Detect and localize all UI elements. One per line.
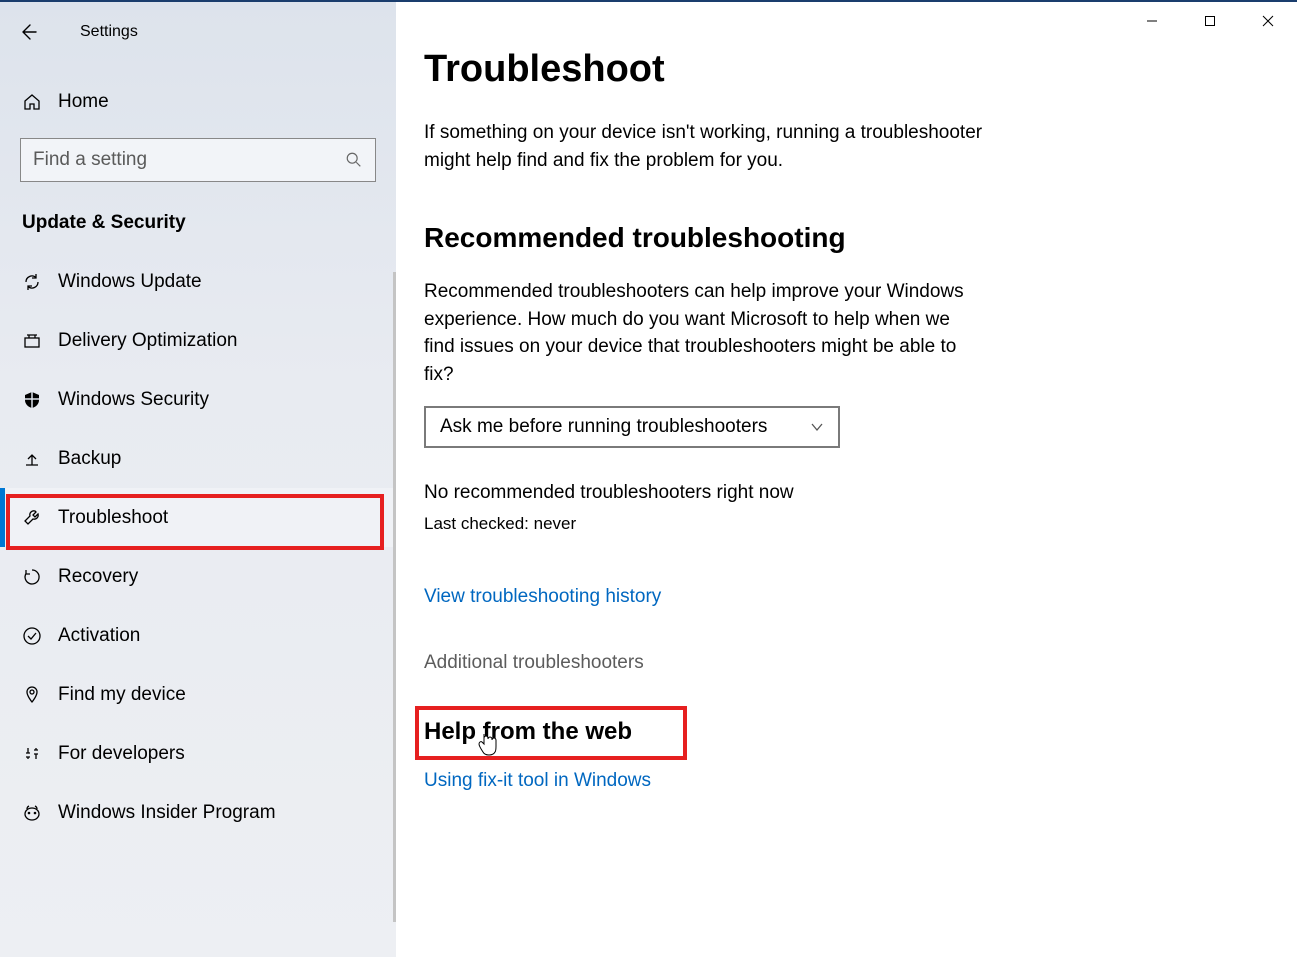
app-title: Settings: [80, 23, 138, 41]
sidebar-item-backup[interactable]: Backup: [0, 429, 396, 488]
sidebar-item-delivery-optimization[interactable]: Delivery Optimization: [0, 311, 396, 370]
section-header: Update & Security: [0, 182, 396, 252]
sidebar-item-troubleshoot[interactable]: Troubleshoot: [0, 488, 396, 547]
sidebar-item-label: Troubleshoot: [58, 507, 168, 529]
arrow-left-icon: [18, 22, 38, 42]
wrench-icon: [22, 508, 42, 528]
home-label: Home: [58, 91, 109, 113]
close-icon: [1262, 15, 1274, 27]
maximize-button[interactable]: [1181, 2, 1239, 40]
shield-icon: [22, 390, 42, 410]
sidebar-item-find-my-device[interactable]: Find my device: [0, 665, 396, 724]
recommended-description: Recommended troubleshooters can help imp…: [424, 278, 984, 388]
dropdown-value: Ask me before running troubleshooters: [440, 416, 767, 438]
sidebar-item-windows-security[interactable]: Windows Security: [0, 370, 396, 429]
checkmark-circle-icon: [22, 626, 42, 646]
recovery-icon: [22, 567, 42, 587]
help-heading: Help from the web: [424, 718, 1116, 746]
sidebar-item-windows-update[interactable]: Windows Update: [0, 252, 396, 311]
sidebar-item-label: For developers: [58, 743, 185, 765]
sidebar-item-label: Backup: [58, 448, 121, 470]
sidebar-item-label: Find my device: [58, 684, 186, 706]
sidebar-item-label: Windows Update: [58, 271, 202, 293]
developers-icon: [22, 744, 42, 764]
page-description: If something on your device isn't workin…: [424, 119, 984, 174]
sidebar-item-label: Windows Insider Program: [58, 802, 276, 824]
maximize-icon: [1204, 15, 1216, 27]
location-icon: [22, 685, 42, 705]
search-input-wrap[interactable]: [20, 138, 376, 182]
additional-troubleshooters-link[interactable]: Additional troubleshooters: [424, 652, 644, 674]
last-checked-text: Last checked: never: [424, 514, 1116, 534]
chevron-down-icon: [810, 420, 824, 434]
search-icon: [345, 151, 363, 169]
delivery-icon: [22, 331, 42, 351]
recommended-heading: Recommended troubleshooting: [424, 222, 1116, 254]
search-input[interactable]: [33, 149, 345, 171]
main-content: Troubleshoot If something on your device…: [396, 2, 1297, 957]
sidebar-item-home[interactable]: Home: [0, 74, 396, 130]
recommended-dropdown[interactable]: Ask me before running troubleshooters: [424, 406, 840, 448]
sidebar-item-label: Activation: [58, 625, 140, 647]
sync-icon: [22, 272, 42, 292]
sidebar-item-label: Recovery: [58, 566, 138, 588]
home-icon: [22, 92, 42, 112]
insider-icon: [22, 803, 42, 823]
sidebar-item-windows-insider[interactable]: Windows Insider Program: [0, 783, 396, 842]
sidebar-item-for-developers[interactable]: For developers: [0, 724, 396, 783]
no-recommended-text: No recommended troubleshooters right now: [424, 482, 1116, 504]
sidebar-item-label: Windows Security: [58, 389, 209, 411]
back-button[interactable]: [0, 22, 56, 42]
sidebar-item-recovery[interactable]: Recovery: [0, 547, 396, 606]
fixit-link[interactable]: Using fix-it tool in Windows: [424, 770, 651, 791]
page-title: Troubleshoot: [424, 48, 1116, 91]
minimize-icon: [1146, 15, 1158, 27]
sidebar: Settings Home Update & Security Windows …: [0, 2, 396, 957]
minimize-button[interactable]: [1123, 2, 1181, 40]
close-button[interactable]: [1239, 2, 1297, 40]
backup-icon: [22, 449, 42, 469]
sidebar-item-label: Delivery Optimization: [58, 330, 238, 352]
sidebar-item-activation[interactable]: Activation: [0, 606, 396, 665]
view-history-link[interactable]: View troubleshooting history: [424, 586, 661, 608]
